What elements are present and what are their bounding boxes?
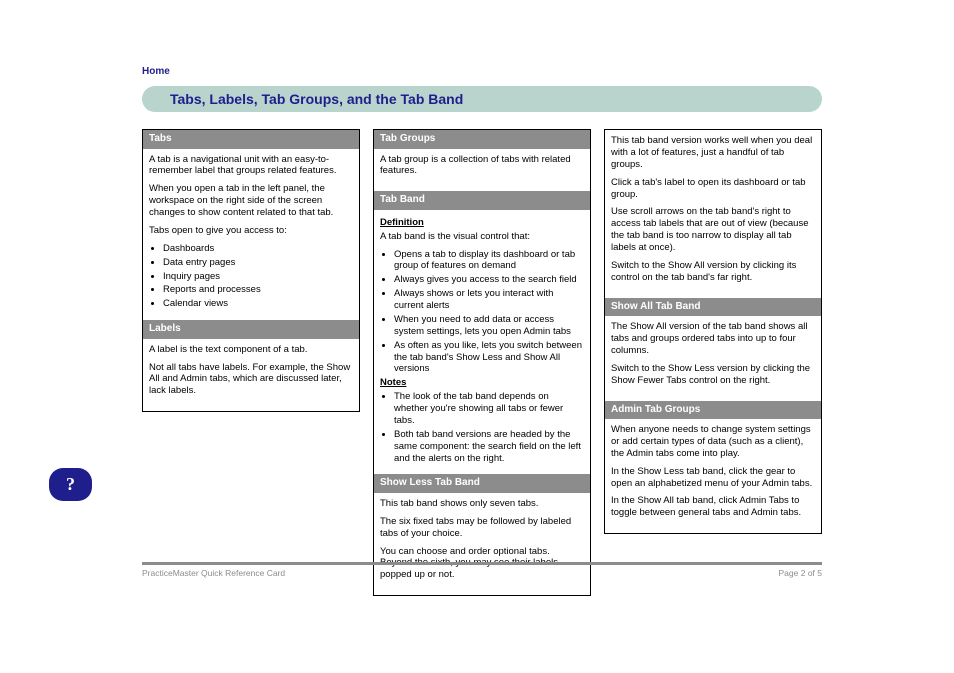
list-item: Opens a tab to display its dashboard or …: [394, 249, 584, 273]
subhead-definition: Definition: [380, 217, 584, 229]
text: Tabs open to give you access to:: [149, 225, 353, 237]
text: This tab band version works well when yo…: [611, 135, 815, 171]
section-body-show-all: The Show All version of the tab band sho…: [605, 316, 821, 400]
list-item: Always shows or lets you interact with c…: [394, 288, 584, 312]
list: Opens a tab to display its dashboard or …: [380, 249, 584, 376]
section-body-admin: When anyone needs to change system setti…: [605, 419, 821, 533]
text: A tab is a navigational unit with an eas…: [149, 154, 353, 178]
list-item: Reports and processes: [163, 284, 353, 296]
text: Switch to the Show Less version by click…: [611, 363, 815, 387]
section-body-show-less: This tab band shows only seven tabs. The…: [374, 493, 590, 595]
list-item: When you need to add data or access syst…: [394, 314, 584, 338]
column-3: This tab band version works well when yo…: [604, 129, 822, 534]
section-head-admin: Admin Tab Groups: [605, 401, 821, 420]
section-head-labels: Labels: [143, 320, 359, 339]
section-body-continued: This tab band version works well when yo…: [605, 130, 821, 298]
list-item: Inquiry pages: [163, 271, 353, 283]
text: A tab band is the visual control that:: [380, 231, 584, 243]
list: The look of the tab band depends on whet…: [380, 391, 584, 464]
text: In the Show Less tab band, click the gea…: [611, 466, 815, 490]
text: Click a tab's label to open its dashboar…: [611, 177, 815, 201]
text: In the Show All tab band, click Admin Ta…: [611, 495, 815, 519]
section-body-labels: A label is the text component of a tab. …: [143, 339, 359, 412]
footer: PracticeMaster Quick Reference Card Page…: [142, 568, 822, 578]
list-item: Calendar views: [163, 298, 353, 310]
footer-left: PracticeMaster Quick Reference Card: [142, 568, 285, 578]
section-head-tabs: Tabs: [143, 130, 359, 149]
section-head-show-less: Show Less Tab Band: [374, 474, 590, 493]
section-head-tab-groups: Tab Groups: [374, 130, 590, 149]
text: The Show All version of the tab band sho…: [611, 321, 815, 357]
section-head-tab-band: Tab Band: [374, 191, 590, 210]
text: When anyone needs to change system setti…: [611, 424, 815, 460]
subhead-notes: Notes: [380, 377, 584, 389]
text: Use scroll arrows on the tab band's righ…: [611, 206, 815, 254]
list-item: Dashboards: [163, 243, 353, 255]
text: This tab band shows only seven tabs.: [380, 498, 584, 510]
help-badge-icon: ?: [49, 468, 92, 501]
text: A label is the text component of a tab.: [149, 344, 353, 356]
list-item: The look of the tab band depends on whet…: [394, 391, 584, 427]
column-1: Tabs A tab is a navigational unit with a…: [142, 129, 360, 412]
text: A tab group is a collection of tabs with…: [380, 154, 584, 178]
text: The six fixed tabs may be followed by la…: [380, 516, 584, 540]
list-item: Data entry pages: [163, 257, 353, 269]
columns: Tabs A tab is a navigational unit with a…: [142, 129, 822, 596]
section-body-tabs: A tab is a navigational unit with an eas…: [143, 149, 359, 321]
breadcrumb: Home: [142, 66, 170, 77]
list-item: Both tab band versions are headed by the…: [394, 429, 584, 465]
list-item: As often as you like, lets you switch be…: [394, 340, 584, 376]
text: When you open a tab in the left panel, t…: [149, 183, 353, 219]
text: Not all tabs have labels. For example, t…: [149, 362, 353, 398]
section-body-tab-band: Definition A tab band is the visual cont…: [374, 210, 590, 475]
list-item: Always gives you access to the search fi…: [394, 274, 584, 286]
section-body-tab-groups: A tab group is a collection of tabs with…: [374, 149, 590, 192]
section-head-show-all: Show All Tab Band: [605, 298, 821, 317]
footer-right: Page 2 of 5: [779, 568, 822, 578]
list: Dashboards Data entry pages Inquiry page…: [149, 243, 353, 310]
footer-divider: [142, 562, 822, 565]
text: Switch to the Show All version by clicki…: [611, 260, 815, 284]
column-2: Tab Groups A tab group is a collection o…: [373, 129, 591, 596]
page-title: Tabs, Labels, Tab Groups, and the Tab Ba…: [142, 86, 822, 112]
